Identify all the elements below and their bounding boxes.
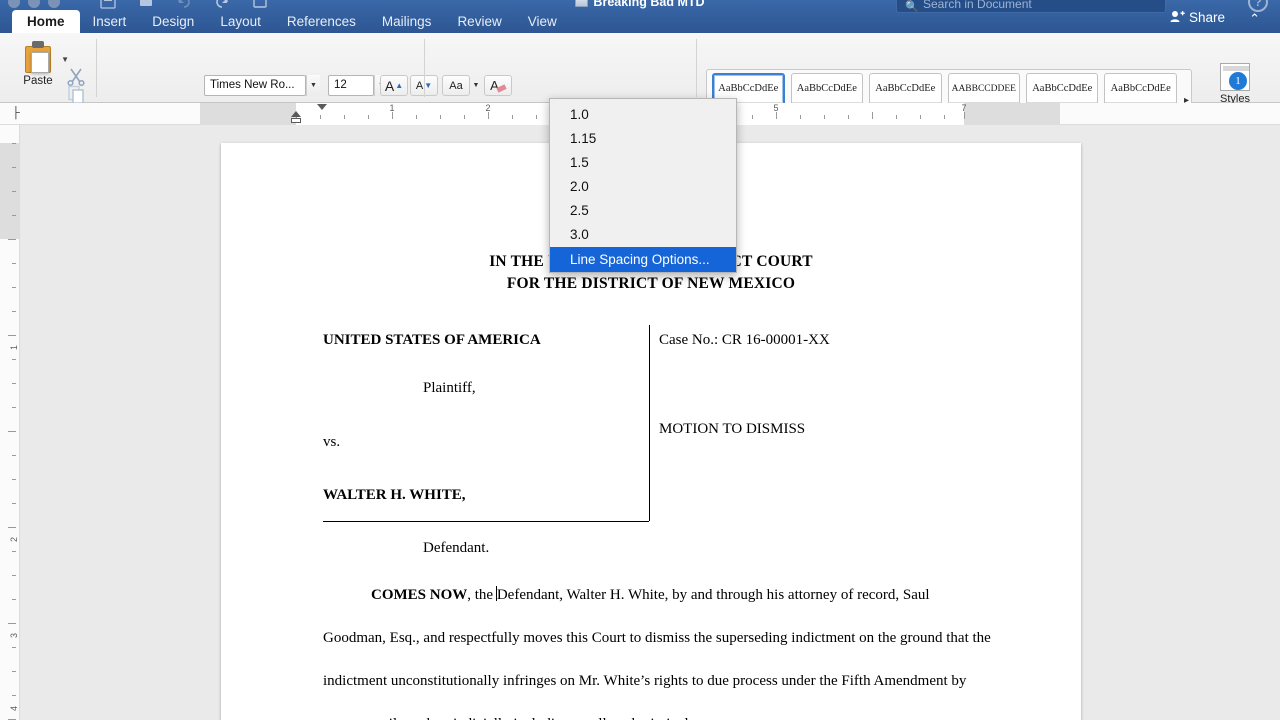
style-preview: AaBbCcDdEe: [1110, 83, 1171, 94]
grow-font-button[interactable]: A ▲: [380, 75, 408, 96]
line-spacing-option-1-5[interactable]: 1.5: [550, 151, 736, 175]
body-text-part2: Defendant, Walter H. White, by and throu…: [323, 587, 991, 720]
caption-row-defendant-name: WALTER H. WHITE,: [323, 487, 466, 503]
caption-left-column: UNITED STATES OF AMERICA Plaintiff, vs. …: [221, 333, 649, 556]
tab-references-label: References: [286, 14, 356, 29]
style-preview: AaBbCcDdEe: [1032, 83, 1093, 94]
caption-row-defendant-label: Defendant.: [423, 540, 490, 556]
title-bar: Breaking Bad MTD 🔍 Search in Document ? …: [0, 0, 1280, 33]
tab-mailings[interactable]: Mailings: [369, 11, 445, 33]
collapse-ribbon-icon[interactable]: ⌃: [1249, 11, 1260, 27]
styles-pane-badge: 1: [1229, 72, 1247, 90]
font-group: Times New Ro... ▼ 12 ▼ A▲ A▼ Aa ▼ A B I …: [100, 33, 515, 126]
shrink-font-label: A: [415, 79, 424, 92]
document-content[interactable]: IN THE UNITED STATES DISTRICT COURT FOR …: [221, 253, 1081, 720]
ribbon-tabs: Home Insert Design Layout References Mai…: [0, 10, 1280, 33]
vertical-ruler[interactable]: 1 2 3 4: [0, 125, 20, 720]
style-preview: AABBCCDDEE: [951, 83, 1016, 94]
help-label: ?: [1254, 0, 1262, 9]
first-line-indent-marker[interactable]: [317, 104, 327, 110]
caption-case-number: Case No.: CR 16-00001-XX: [659, 332, 830, 348]
line-spacing-option-1-0[interactable]: 1.0: [550, 103, 736, 127]
caption-vertical-rule: [649, 325, 650, 521]
tab-layout-label: Layout: [220, 14, 261, 29]
tab-home[interactable]: Home: [12, 10, 80, 33]
clipboard-group: Paste ▼: [0, 33, 96, 120]
vruler-number-3: 3: [9, 633, 19, 639]
line-spacing-dropdown-menu[interactable]: 1.0 1.15 1.5 2.0 2.5 3.0 Line Spacing Op…: [549, 98, 737, 273]
font-name-dropdown-caret-icon[interactable]: ▼: [306, 75, 320, 96]
tab-design[interactable]: Design: [139, 11, 207, 33]
tab-mailings-label: Mailings: [381, 14, 432, 29]
tab-stop-selector[interactable]: ├: [12, 107, 20, 119]
share-button[interactable]: Share: [1170, 10, 1225, 25]
ruler-number-5: 5: [773, 103, 779, 113]
up-caret-icon: ▲: [395, 81, 404, 90]
body-paragraph[interactable]: COMES NOW, the Defendant, Walter H. Whit…: [221, 574, 1081, 720]
tab-insert[interactable]: Insert: [80, 11, 140, 33]
vruler-number-4: 4: [9, 706, 19, 712]
line-spacing-options-menu-item[interactable]: Line Spacing Options...: [550, 247, 736, 272]
line-spacing-option-2-5[interactable]: 2.5: [550, 199, 736, 223]
tab-view[interactable]: View: [515, 11, 570, 33]
font-size-input[interactable]: 12: [328, 75, 374, 96]
word-window: Breaking Bad MTD 🔍 Search in Document ? …: [0, 0, 1280, 720]
tab-home-label: Home: [27, 14, 65, 29]
paste-label: Paste: [23, 75, 53, 87]
share-label: Share: [1188, 10, 1225, 25]
copy-icon[interactable]: [64, 85, 88, 104]
tab-review-label: Review: [457, 14, 502, 29]
tab-layout[interactable]: Layout: [207, 11, 274, 33]
tab-view-label: View: [527, 14, 557, 29]
ruler-number-1: 1: [389, 103, 395, 113]
styles-pane-icon: 1: [1220, 63, 1250, 91]
ruler-number-2: 2: [485, 103, 491, 113]
collapse-ribbon-label: ⌃: [1249, 11, 1260, 26]
document-title: Breaking Bad MTD: [593, 0, 705, 9]
caption-row-plaintiff-label: Plaintiff,: [423, 380, 476, 396]
ruler-number-7: 7: [961, 103, 967, 113]
tab-references[interactable]: References: [274, 11, 369, 33]
caption-row-plaintiff-name: UNITED STATES OF AMERICA: [323, 332, 541, 348]
caption-motion-title: MOTION TO DISMISS: [659, 421, 806, 437]
body-lead-text: COMES NOW: [371, 587, 468, 603]
paragraph-group: ▼ 1 2 3 ▼ 1 a i ▼: [428, 33, 1130, 126]
line-spacing-option-3-0[interactable]: 3.0: [550, 223, 736, 247]
font-name-input[interactable]: Times New Ro...: [204, 75, 306, 96]
style-preview: AaBbCcDdEe: [718, 83, 779, 94]
vruler-number-1: 1: [9, 345, 19, 351]
tab-insert-label: Insert: [92, 14, 127, 29]
case-caption-table[interactable]: UNITED STATES OF AMERICA Plaintiff, vs. …: [221, 325, 1081, 556]
caption-right-column: Case No.: CR 16-00001-XX MOTION TO DISMI…: [659, 333, 1039, 437]
line-spacing-option-2-0[interactable]: 2.0: [550, 175, 736, 199]
line-spacing-option-1-15[interactable]: 1.15: [550, 127, 736, 151]
document-icon: [575, 0, 589, 7]
ribbon-toolbar: Paste ▼ Times New Ro... ▼ 12 ▼: [0, 33, 1280, 131]
tab-review[interactable]: Review: [444, 11, 514, 33]
paste-dropdown-caret-icon[interactable]: ▼: [61, 55, 69, 64]
style-preview: AaBbCcDdEe: [875, 83, 936, 94]
cut-icon[interactable]: [64, 67, 88, 86]
person-add-icon: [1170, 11, 1185, 22]
vruler-number-2: 2: [9, 537, 19, 543]
style-preview: AaBbCcDdEe: [796, 83, 857, 94]
paste-button[interactable]: Paste ▼: [10, 41, 69, 87]
tab-design-label: Design: [152, 14, 195, 29]
hanging-indent-marker[interactable]: [291, 111, 301, 117]
grow-font-label: A: [384, 77, 395, 94]
caption-row-vs: vs.: [323, 434, 341, 450]
left-indent-marker[interactable]: [291, 118, 301, 123]
body-text-part1: , the: [467, 587, 497, 603]
paste-icon: [23, 41, 53, 73]
heading-line-2: FOR THE DISTRICT OF NEW MEXICO: [506, 275, 796, 292]
